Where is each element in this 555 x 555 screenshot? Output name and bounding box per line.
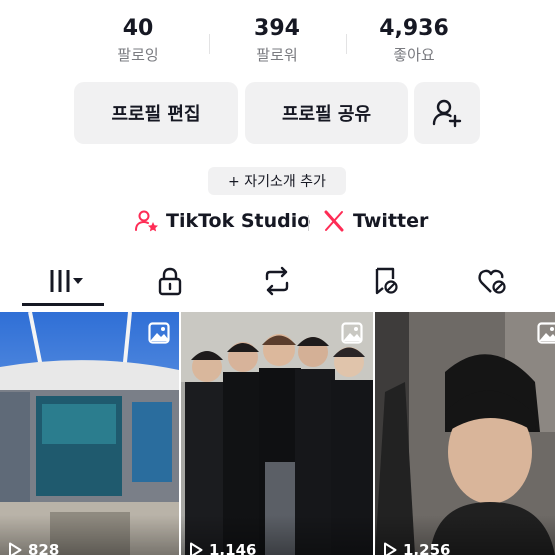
tiktok-studio-label: TikTok Studio (166, 210, 311, 232)
profile-links: TikTok Studio Twitter (0, 205, 555, 237)
view-count: 1,256 (383, 541, 450, 555)
followers-label: 팔로워 (256, 46, 298, 64)
photo-post-icon (148, 322, 170, 344)
videos-grid-icon (50, 270, 83, 292)
following-count: 40 (122, 16, 154, 41)
add-bio-button[interactable]: + 자기소개 추가 (208, 167, 346, 195)
lock-icon (158, 267, 182, 296)
stat-following[interactable]: 40 팔로잉 (78, 14, 198, 66)
links-divider (308, 215, 309, 231)
tab-reposts[interactable] (242, 258, 312, 304)
favorites-icon (375, 267, 398, 295)
video-grid: 828 1,146 1,256 (0, 312, 555, 555)
view-count: 828 (8, 541, 59, 555)
following-label: 팔로잉 (117, 46, 159, 64)
add-friend-button[interactable] (414, 82, 480, 144)
person-plus-icon (432, 99, 462, 128)
followers-count: 394 (254, 16, 300, 41)
view-count: 1,146 (189, 541, 256, 555)
view-count-value: 1,256 (403, 541, 451, 555)
stat-divider (346, 34, 347, 54)
view-count-value: 1,146 (209, 541, 257, 555)
profile-tabs (0, 258, 555, 308)
edit-profile-button[interactable]: 프로필 편집 (74, 82, 238, 144)
stat-followers[interactable]: 394 팔로워 (217, 14, 337, 66)
repost-icon (265, 266, 289, 296)
twitter-label: Twitter (353, 210, 429, 232)
play-icon (384, 542, 397, 555)
twitter-link[interactable]: Twitter (323, 205, 428, 237)
tiktok-studio-link[interactable]: TikTok Studio (134, 205, 310, 237)
play-icon (9, 542, 22, 555)
play-icon (190, 542, 203, 555)
video-thumbnail[interactable]: 1,256 (375, 312, 555, 555)
likes-label: 좋아요 (393, 46, 435, 64)
tab-videos[interactable] (28, 258, 98, 304)
profile-stats: 40 팔로잉 394 팔로워 4,936 좋아요 (0, 14, 555, 74)
liked-icon (478, 269, 506, 294)
photo-post-icon (341, 322, 363, 344)
view-count-value: 828 (28, 541, 60, 555)
video-thumbnail[interactable]: 828 (0, 312, 179, 555)
photo-post-icon (537, 322, 555, 344)
likes-count: 4,936 (379, 16, 449, 41)
video-thumbnail[interactable]: 1,146 (181, 312, 373, 555)
stat-likes[interactable]: 4,936 좋아요 (354, 14, 474, 66)
tab-liked[interactable] (458, 258, 528, 304)
x-logo-icon (324, 210, 344, 232)
tab-private[interactable] (135, 258, 205, 304)
active-tab-indicator (22, 303, 104, 306)
tab-favorites[interactable] (351, 258, 421, 304)
creator-star-icon (135, 210, 158, 232)
stat-divider (209, 34, 210, 54)
share-profile-button[interactable]: 프로필 공유 (245, 82, 408, 144)
